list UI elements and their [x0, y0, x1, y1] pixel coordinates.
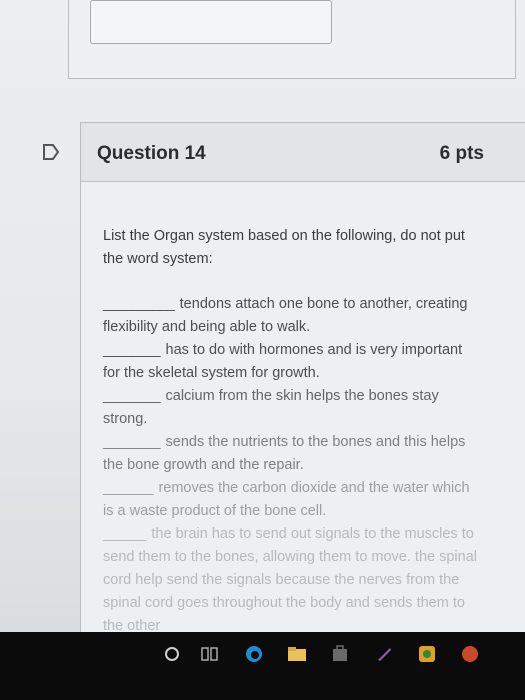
question-body: List the Organ system based on the follo…: [103, 225, 483, 638]
question-card: Question 14 6 pts List the Organ system …: [80, 122, 525, 643]
answer-text: removes the carbon dioxide and the water…: [103, 480, 470, 519]
task-view-icon[interactable]: [198, 642, 222, 666]
answer-text: the brain has to send out signals to the…: [103, 526, 477, 634]
question-prompt: List the Organ system based on the follo…: [103, 228, 465, 267]
previous-answer-input[interactable]: [90, 0, 332, 44]
previous-question-card: [68, 0, 516, 79]
answer-blank[interactable]: ________: [103, 431, 161, 454]
answer-blank[interactable]: ________: [103, 339, 161, 362]
answer-blank[interactable]: ______: [103, 523, 146, 546]
answer-item-circulatory: ________ sends the nutrients to the bones…: [103, 431, 483, 477]
edge-icon[interactable]: [242, 642, 266, 666]
answer-item-integumentary: ________ calcium from the skin helps the …: [103, 385, 483, 431]
app-icon[interactable]: [415, 642, 439, 666]
store-icon[interactable]: [328, 642, 352, 666]
answer-blank[interactable]: __________: [103, 293, 175, 316]
question-header: Question 14 6 pts: [81, 123, 525, 182]
answer-item-respiratory: _______ removes the carbon dioxide and th…: [103, 477, 483, 523]
taskbar: [0, 632, 525, 700]
flag-icon[interactable]: [42, 144, 60, 160]
answer-item-nervous: ______ the brain has to send out signals …: [103, 523, 483, 638]
answer-item-skeletal: __________ tendons attach one bone to ano…: [103, 293, 483, 339]
start-circle-icon[interactable]: [160, 642, 184, 666]
answer-item-endocrine: ________ has to do with hormones and is v…: [103, 339, 483, 385]
answer-blank[interactable]: ________: [103, 385, 161, 408]
question-points: 6 pts: [439, 143, 484, 164]
answer-blank[interactable]: _______: [103, 477, 153, 500]
app-icon[interactable]: [458, 642, 482, 666]
browser-viewport: Question 14 6 pts List the Organ system …: [0, 0, 525, 643]
question-title: Question 14: [97, 143, 206, 164]
file-explorer-icon[interactable]: [285, 642, 309, 666]
paint-icon[interactable]: [372, 642, 396, 666]
